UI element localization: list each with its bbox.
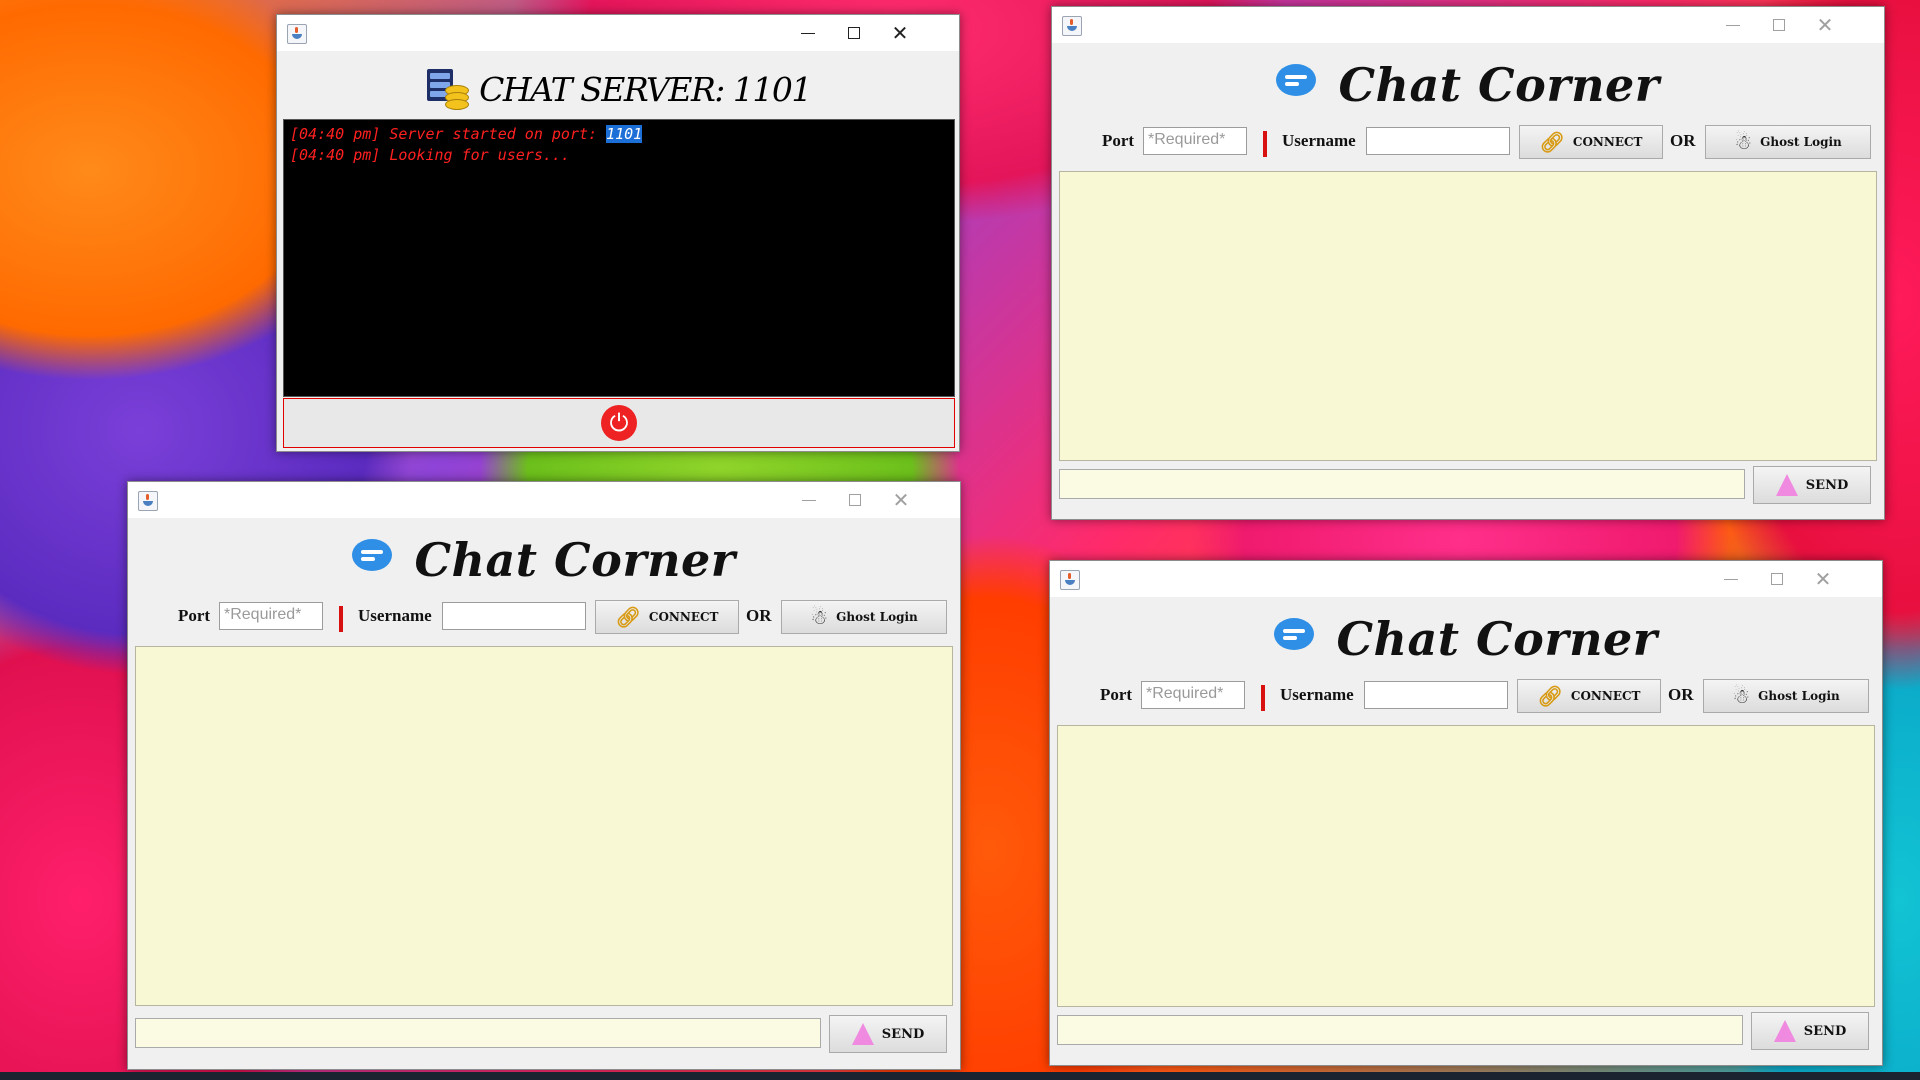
client-title: Chat Corner — [1336, 612, 1658, 666]
java-app-icon — [287, 24, 307, 44]
connect-button[interactable]: 🔗︎ CONNECT — [595, 600, 739, 634]
send-button[interactable]: SEND — [1753, 466, 1871, 504]
client-titlebar[interactable]: ✕ — [128, 482, 960, 518]
username-input[interactable] — [442, 602, 586, 630]
java-app-icon — [1062, 16, 1082, 36]
ghost-login-label: Ghost Login — [1758, 689, 1840, 703]
message-input[interactable] — [1059, 469, 1745, 499]
client-window-bottom-left: ✕ Chat Corner Port *Required* Username 🔗… — [127, 481, 961, 1070]
minimize-button[interactable] — [786, 482, 832, 518]
chat-bubble-icon — [1274, 616, 1327, 662]
username-label: Username — [358, 606, 432, 625]
client-title: Chat Corner — [414, 533, 736, 587]
port-label: Port — [1100, 685, 1133, 704]
server-console[interactable]: [04:40 pm] Server started on port: 1101 … — [283, 119, 955, 397]
connection-row: Port *Required* Username 🔗︎ CONNECT OR ☃… — [1050, 679, 1882, 713]
server-database-icon — [425, 67, 471, 111]
client-window-top-right: ✕ Chat Corner Port *Required* Username 🔗… — [1051, 6, 1885, 520]
console-line-1: [04:40 pm] Server started on port: 1101 — [290, 124, 948, 145]
ghost-login-label: Ghost Login — [1760, 135, 1842, 149]
client-header: Chat Corner — [1052, 57, 1884, 113]
close-button[interactable]: ✕ — [1802, 7, 1848, 43]
client-title: Chat Corner — [1338, 58, 1660, 112]
connect-button[interactable]: 🔗︎ CONNECT — [1517, 679, 1661, 713]
link-icon: 🔗︎ — [1539, 130, 1565, 154]
or-label: OR — [1670, 131, 1696, 150]
maximize-button[interactable] — [831, 15, 877, 51]
server-window: ✕ CHAT SERVER: 1101 [04:40 pm] Server st… — [276, 14, 960, 452]
send-label: SEND — [1803, 1023, 1847, 1039]
link-icon: 🔗︎ — [615, 605, 641, 629]
ghost-login-button[interactable]: ☃︎ Ghost Login — [1705, 125, 1871, 159]
client-titlebar[interactable]: ✕ — [1050, 561, 1882, 597]
message-input[interactable] — [1057, 1015, 1743, 1045]
maximize-button[interactable] — [1756, 7, 1802, 43]
power-panel: ⏻ — [283, 398, 955, 448]
ghost-icon: ☃︎ — [1732, 684, 1751, 708]
ghost-login-label: Ghost Login — [836, 610, 918, 624]
java-app-icon — [1060, 570, 1080, 590]
connect-label: CONNECT — [1572, 135, 1643, 149]
send-button[interactable]: SEND — [1751, 1012, 1869, 1050]
send-arrow-icon — [1773, 1020, 1796, 1042]
power-icon[interactable]: ⏻ — [601, 405, 637, 441]
or-label: OR — [746, 606, 772, 625]
or-label: OR — [1668, 685, 1694, 704]
send-label: SEND — [1805, 477, 1849, 493]
username-label: Username — [1282, 131, 1356, 150]
username-label: Username — [1280, 685, 1354, 704]
taskbar-edge — [0, 1072, 1920, 1080]
maximize-button[interactable] — [832, 482, 878, 518]
server-header: CHAT SERVER: 1101 — [277, 65, 959, 113]
console-line-2: [04:40 pm] Looking for users... — [290, 146, 570, 164]
server-title: CHAT SERVER: 1101 — [479, 69, 812, 109]
close-button[interactable]: ✕ — [877, 15, 923, 51]
username-input[interactable] — [1364, 681, 1508, 709]
send-arrow-icon — [1775, 474, 1798, 496]
maximize-button[interactable] — [1754, 561, 1800, 597]
send-arrow-icon — [851, 1023, 874, 1045]
chat-messages-area[interactable] — [1059, 171, 1877, 461]
port-label: Port — [178, 606, 211, 625]
client-header: Chat Corner — [128, 532, 960, 588]
port-input[interactable]: *Required* — [1143, 127, 1247, 155]
minimize-button[interactable] — [785, 15, 831, 51]
connection-row: Port *Required* Username 🔗︎ CONNECT OR ☃… — [128, 600, 960, 634]
chat-bubble-icon — [1276, 62, 1329, 108]
server-titlebar[interactable]: ✕ — [277, 15, 959, 51]
close-button[interactable]: ✕ — [1800, 561, 1846, 597]
username-input[interactable] — [1366, 127, 1510, 155]
send-label: SEND — [881, 1026, 925, 1042]
console-port-highlight: 1101 — [606, 125, 643, 143]
required-indicator — [1263, 131, 1267, 157]
client-window-bottom-right: ✕ Chat Corner Port *Required* Username 🔗… — [1049, 560, 1883, 1066]
close-button[interactable]: ✕ — [878, 482, 924, 518]
required-indicator — [339, 606, 343, 632]
connect-label: CONNECT — [1570, 689, 1641, 703]
port-label: Port — [1102, 131, 1135, 150]
required-indicator — [1261, 685, 1265, 711]
connection-row: Port *Required* Username 🔗︎ CONNECT OR ☃… — [1052, 125, 1884, 159]
minimize-button[interactable] — [1710, 7, 1756, 43]
link-icon: 🔗︎ — [1537, 684, 1563, 708]
chat-bubble-icon — [352, 537, 405, 583]
message-input[interactable] — [135, 1018, 821, 1048]
java-app-icon — [138, 491, 158, 511]
ghost-login-button[interactable]: ☃︎ Ghost Login — [781, 600, 947, 634]
console-line-1-text: [04:40 pm] Server started on port: — [290, 125, 607, 143]
connect-label: CONNECT — [648, 610, 719, 624]
port-input[interactable]: *Required* — [219, 602, 323, 630]
connect-button[interactable]: 🔗︎ CONNECT — [1519, 125, 1663, 159]
ghost-login-button[interactable]: ☃︎ Ghost Login — [1703, 679, 1869, 713]
minimize-button[interactable] — [1708, 561, 1754, 597]
send-button[interactable]: SEND — [829, 1015, 947, 1053]
chat-messages-area[interactable] — [1057, 725, 1875, 1007]
ghost-icon: ☃︎ — [810, 605, 829, 629]
port-input[interactable]: *Required* — [1141, 681, 1245, 709]
client-header: Chat Corner — [1050, 611, 1882, 667]
ghost-icon: ☃︎ — [1734, 130, 1753, 154]
chat-messages-area[interactable] — [135, 646, 953, 1006]
client-titlebar[interactable]: ✕ — [1052, 7, 1884, 43]
